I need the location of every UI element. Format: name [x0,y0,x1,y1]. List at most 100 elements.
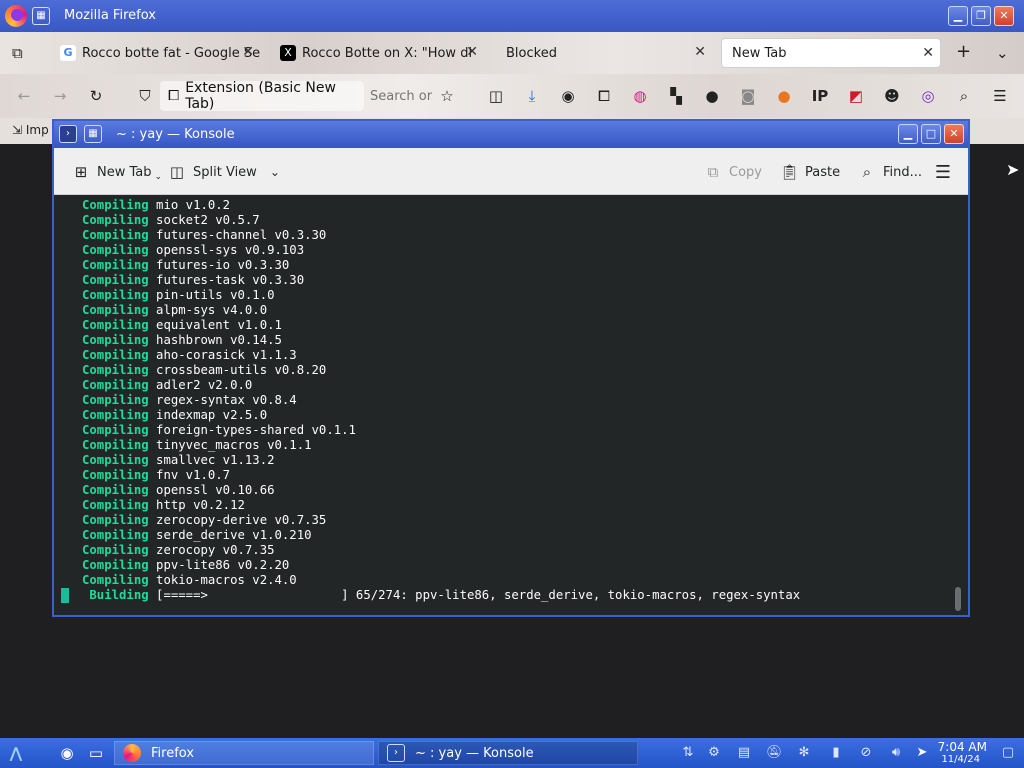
extension-badge-icon[interactable]: ◍ [630,86,650,106]
terminal-line: Compiling adler2 v2.0.0 [82,378,252,393]
new-tab-button[interactable]: ⊞ New Tab ⌄ [72,159,162,185]
extension-ip-search-icon[interactable]: ⌕ [954,86,974,106]
copy-button[interactable]: ⧉ Copy [704,159,762,185]
terminal-app-icon[interactable]: › [59,125,77,143]
extension-red-icon[interactable]: ◩ [846,86,866,106]
hamburger-menu-button[interactable]: ☰ [934,159,952,185]
maximize-icon[interactable]: □ [921,124,941,144]
cargo-status-keyword: Compiling [82,363,149,377]
application-launcher-icon[interactable]: ⋀ [6,743,26,763]
split-view-button[interactable]: ◫ Split View ⌄ [168,159,280,185]
konsole-titlebar: › ▦ ~ : yay — Konsole ▁ □ ✕ [54,121,968,148]
cargo-status-keyword: Compiling [82,273,149,287]
extension-grid-icon[interactable]: ▚ [666,86,686,106]
terminal-line: Compiling futures-channel v0.3.30 [82,228,326,243]
tab-label: Rocco botte fat - Google Se [82,45,260,61]
bookmark-star-icon[interactable]: ☆ [437,86,457,106]
tab-overview-icon[interactable]: ⧉ [12,44,23,62]
find-label: Find... [883,164,923,180]
window-menu-icon[interactable]: ▦ [32,7,50,25]
battery-icon[interactable]: ▮ [828,745,844,761]
cargo-status-text: tinyvec_macros v0.1.1 [156,438,312,452]
konsole-title: ~ : yay — Konsole [116,127,235,142]
clock-time[interactable]: 7:04 AM [938,740,987,754]
window-menu-icon[interactable]: ▦ [84,125,102,143]
list-all-tabs-chevron-icon[interactable]: ⌄ [996,44,1009,62]
cargo-status-text: fnv v1.0.7 [156,468,231,482]
volume-icon[interactable]: 🔊︎ [888,745,904,761]
konsole-window-controls: ▁ □ ✕ [898,124,964,144]
extension-dark-icon[interactable]: ● [702,86,722,106]
extension-ip-icon[interactable]: IP [810,86,830,106]
back-icon[interactable]: ← [14,86,34,106]
new-tab-plus-icon[interactable]: + [956,41,971,62]
tab-close-icon[interactable]: ✕ [466,44,478,60]
terminal-line: Compiling aho-corasick v1.1.3 [82,348,297,363]
find-button[interactable]: ⌕ Find... [858,159,922,185]
reload-icon[interactable]: ↻ [86,86,106,106]
extensions-icon[interactable]: ⧠ [594,86,614,106]
tab-google-search[interactable]: G Rocco botte fat - Google Se ✕ [52,38,260,68]
bluetooth-icon[interactable]: ✻ [796,745,812,761]
cargo-status-text: tokio-macros v2.4.0 [156,573,297,587]
cargo-status-keyword: Compiling [82,243,149,257]
minimize-icon[interactable]: ▁ [898,124,918,144]
extension-label: Extension (Basic New Tab) [185,80,336,112]
terminal-line: Compiling futures-io v0.3.30 [82,258,289,273]
firefox-logo-icon [5,5,27,27]
tray-arrow-icon[interactable]: ⇅ [680,745,696,761]
tab-close-icon[interactable]: ✕ [694,44,706,60]
extension-robot-icon[interactable]: ☻ [882,86,902,106]
tab-close-icon[interactable]: ✕ [922,45,934,61]
terminal-scrollbar[interactable] [955,587,961,611]
notifications-muted-icon[interactable]: 🔕︎ [766,745,783,761]
app-menu-icon[interactable]: ☰ [990,86,1010,106]
terminal-line: Compiling crossbeam-utils v0.8.20 [82,363,326,378]
downloads-icon[interactable]: ⤓ [522,86,542,106]
terminal-line: Compiling tinyvec_macros v0.1.1 [82,438,312,453]
firefox-window-title: Mozilla Firefox [64,8,156,23]
close-icon[interactable]: ✕ [944,124,964,144]
terminal-line: Compiling serde_derive v1.0.210 [82,528,312,543]
close-icon[interactable]: ✕ [994,6,1014,26]
clipboard-icon[interactable]: ▤ [736,745,752,761]
forward-icon[interactable]: → [50,86,70,106]
extension-orange-icon[interactable]: ● [774,86,794,106]
updates-icon[interactable]: ⊘ [858,745,874,761]
tab-x-post[interactable]: X Rocco Botte on X: "How di ✕ [272,38,484,68]
pager-desktop-icon[interactable]: ◉ [57,743,77,763]
urlbar-extension-identity[interactable]: ⧠ Extension (Basic New Tab) [160,80,364,112]
show-desktop-icon[interactable]: ▭ [86,743,106,763]
url-input[interactable] [368,83,436,109]
bookmark-import[interactable]: ⇲ Imp [12,123,49,137]
restore-icon[interactable]: ❐ [971,6,991,26]
cargo-status-keyword: Compiling [82,558,149,572]
clock-date[interactable]: 11/4/24 [941,754,980,765]
tab-new-tab[interactable]: New Tab ✕ [721,38,941,68]
cargo-status-keyword: Compiling [82,528,149,542]
pocket-icon[interactable]: ◫ [486,86,506,106]
task-firefox[interactable]: Firefox [114,741,374,765]
extension-cup-icon[interactable]: ◙ [738,86,758,106]
terminal-line: Building [=====> ] 65/274: ppv-lite86, s… [82,588,800,603]
network-icon[interactable]: ⚙ [706,745,722,761]
tab-blocked[interactable]: Blocked ✕ [498,38,712,68]
cargo-status-keyword: Compiling [82,573,149,587]
minimize-icon[interactable]: ▁ [948,6,968,26]
terminal-line: Compiling hashbrown v0.14.5 [82,333,282,348]
copy-label: Copy [729,164,762,180]
terminal-line: Compiling smallvec v1.13.2 [82,453,275,468]
tracking-shield-icon[interactable]: ⛉ [135,86,155,106]
peek-desktop-icon[interactable]: ▢ [1000,745,1016,761]
account-icon[interactable]: ◉ [558,86,578,106]
cargo-status-keyword: Compiling [82,393,149,407]
cargo-status-text: crossbeam-utils v0.8.20 [156,363,327,377]
terminal-output[interactable]: Compiling mio v1.0.2 Compiling socket2 v0… [54,195,968,615]
extension-purple-icon[interactable]: ◎ [918,86,938,106]
task-label: Firefox [151,745,195,761]
cargo-status-keyword: Compiling [82,318,149,332]
cargo-status-keyword: Compiling [82,408,149,422]
task-konsole[interactable]: › ~ : yay — Konsole [378,741,638,765]
paste-button[interactable]: 📋︎ Paste [780,159,840,185]
tab-close-icon[interactable]: ✕ [242,44,254,60]
